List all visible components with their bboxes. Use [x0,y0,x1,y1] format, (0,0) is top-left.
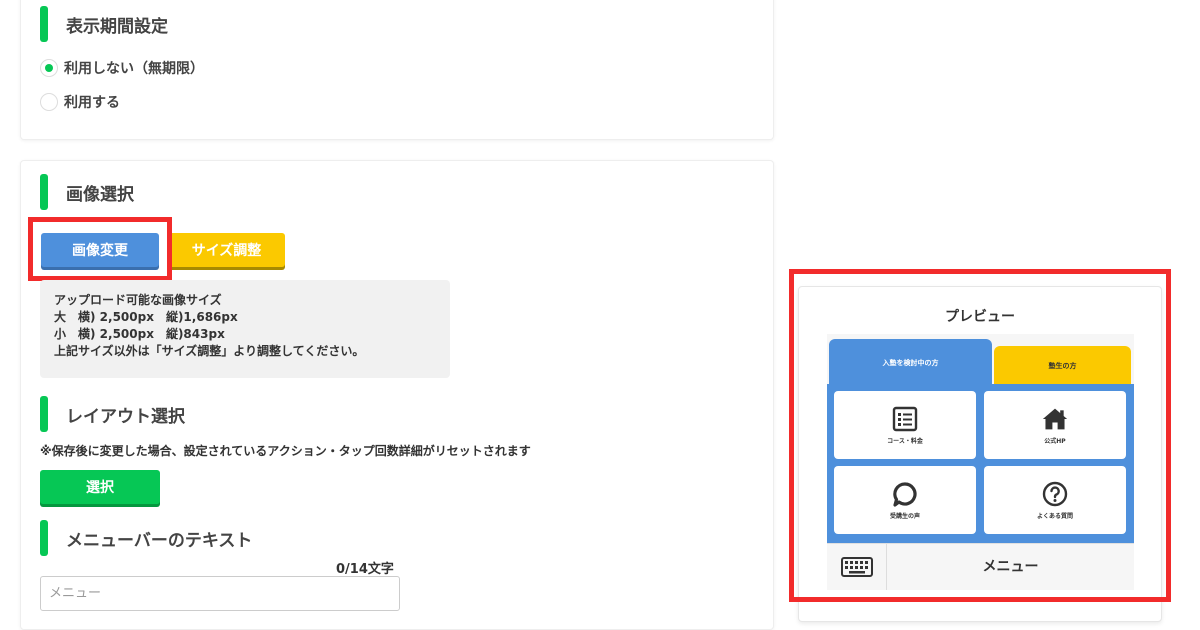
display-period-title: 表示期間設定 [66,16,168,37]
menubar-text-title: メニューバーのテキスト [66,530,253,551]
info-line: 大 横) 2,500px 縦)1,686px [54,310,238,324]
image-size-info-box: アップロード可能な画像サイズ 大 横) 2,500px 縦)1,686px 小 … [40,280,450,378]
radio-option-unlimited[interactable]: 利用しない（無期限） [40,58,204,78]
resize-button[interactable]: サイズ調整 [168,233,285,267]
radio-button-checked[interactable] [40,59,58,77]
highlight-frame-preview [789,269,1171,602]
image-select-heading: 画像選択 [40,174,134,210]
layout-select-heading: レイアウト選択 [40,396,185,432]
heading-accent-bar [40,396,48,432]
info-line: アップロード可能な画像サイズ [54,293,222,307]
image-select-title: 画像選択 [66,184,134,205]
radio-button-unchecked[interactable] [40,93,58,111]
character-counter: 0/14文字 [336,562,394,577]
menubar-text-input[interactable] [40,576,400,611]
heading-accent-bar [40,520,48,556]
radio-label-unlimited: 利用しない（無期限） [64,61,204,77]
select-layout-button[interactable]: 選択 [40,470,160,504]
highlight-frame-change-image [28,217,172,281]
display-period-heading: 表示期間設定 [40,6,168,42]
radio-label-use: 利用する [64,95,120,111]
radio-option-use[interactable]: 利用する [40,92,120,112]
layout-select-title: レイアウト選択 [66,406,185,427]
menubar-text-heading: メニューバーのテキスト [40,520,252,556]
info-line: 小 横) 2,500px 縦)843px [54,327,225,341]
info-line: 上記サイズ以外は「サイズ調整」より調整してください。 [54,344,365,358]
layout-reset-warning: ※保存後に変更した場合、設定されているアクション・タップ回数詳細がリセットされま… [40,444,531,458]
heading-accent-bar [40,174,48,210]
heading-accent-bar [40,6,48,42]
